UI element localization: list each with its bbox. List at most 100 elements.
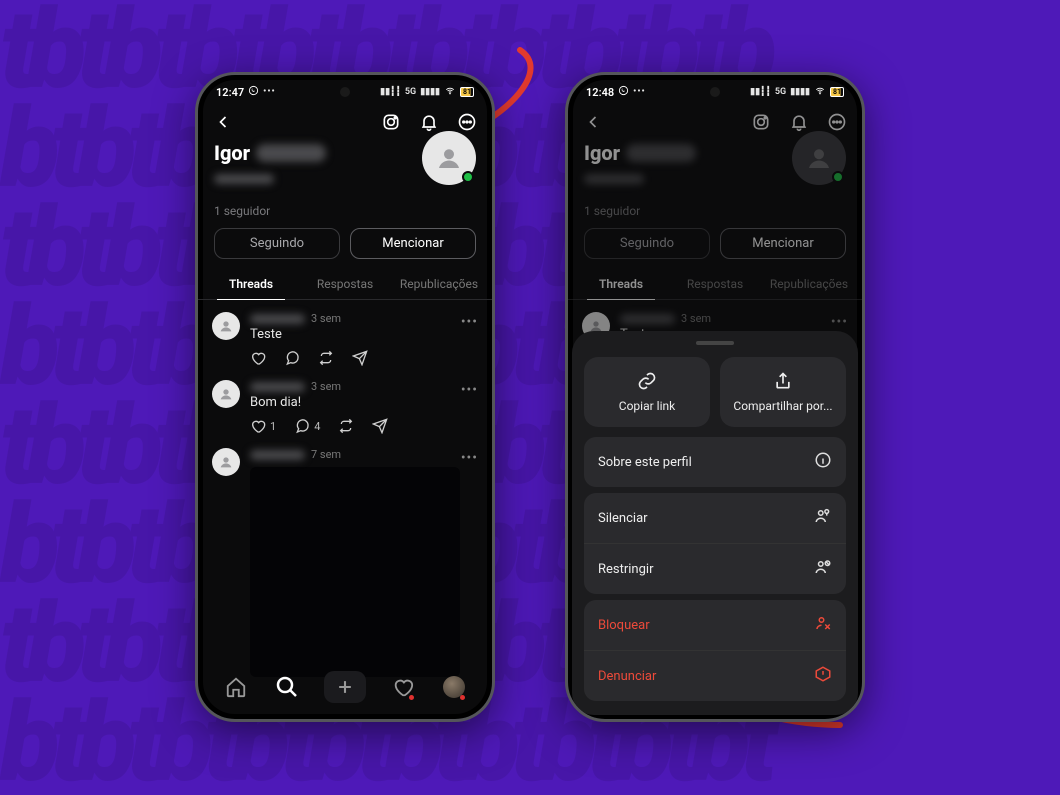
profile-avatar[interactable] [422, 131, 476, 185]
redacted-surname [626, 144, 696, 162]
redacted-author [250, 314, 305, 324]
report-button[interactable]: Denunciar [584, 650, 846, 701]
more-options-button[interactable] [826, 111, 848, 133]
comment-button[interactable] [284, 350, 300, 366]
status-more-icon: ••• [633, 87, 646, 97]
block-label: Bloquear [598, 618, 650, 633]
mute-label: Silenciar [598, 511, 648, 526]
about-profile-label: Sobre este perfil [598, 455, 692, 470]
block-icon [814, 614, 832, 636]
post-item[interactable]: 3 sem Bom dia! 1 4 ••• [198, 370, 492, 438]
tab-reposts[interactable]: Republicações [762, 267, 856, 299]
nav-search[interactable] [272, 672, 302, 702]
followers-count[interactable]: 1 seguidor [214, 204, 476, 218]
instagram-icon[interactable] [380, 111, 402, 133]
nav-profile[interactable] [439, 672, 469, 702]
restrict-icon [814, 558, 832, 580]
profile-name-text: Igor [214, 141, 250, 165]
options-bottom-sheet: Copiar link Compartilhar por... Sobre es… [572, 331, 858, 715]
wifi-icon [814, 86, 826, 99]
following-button[interactable]: Seguindo [214, 228, 340, 259]
copy-link-label: Copiar link [619, 399, 675, 413]
nav-home[interactable] [221, 672, 251, 702]
repost-button[interactable] [338, 418, 354, 434]
post-time: 3 sem [311, 312, 341, 325]
post-more-icon[interactable]: ••• [461, 382, 478, 398]
profile-tabs: Threads Respostas Republicações [198, 267, 492, 300]
post-text: Teste [250, 327, 478, 342]
post-item[interactable]: 7 sem ••• [198, 438, 492, 681]
notifications-icon[interactable] [788, 111, 810, 133]
followers-count[interactable]: 1 seguidor [584, 204, 846, 218]
redacted-surname [256, 144, 326, 162]
post-item[interactable]: 3 sem Teste ••• [198, 302, 492, 370]
post-text: Bom dia! [250, 395, 478, 410]
like-button[interactable] [250, 350, 266, 366]
post-more-icon[interactable]: ••• [831, 314, 848, 330]
whatsapp-icon [248, 85, 259, 99]
online-status-dot [462, 171, 474, 183]
battery-icon: 81 [460, 87, 474, 97]
more-options-button[interactable] [456, 111, 478, 133]
share-via-label: Compartilhar por... [733, 399, 832, 413]
report-label: Denunciar [598, 669, 656, 684]
sheet-drag-handle[interactable] [696, 341, 734, 345]
mention-button[interactable]: Mencionar [720, 228, 846, 259]
about-profile-button[interactable]: Sobre este perfil [584, 437, 846, 487]
back-button[interactable] [582, 111, 604, 133]
whatsapp-icon [618, 85, 629, 99]
redacted-username [214, 174, 274, 184]
instagram-icon[interactable] [750, 111, 772, 133]
restrict-label: Restringir [598, 562, 653, 577]
redacted-author [250, 382, 305, 392]
network-label: 5G [405, 87, 416, 97]
copy-link-button[interactable]: Copiar link [584, 357, 710, 427]
notification-dot [460, 695, 465, 700]
repost-button[interactable] [318, 350, 334, 366]
nav-compose[interactable] [324, 671, 366, 703]
post-avatar[interactable] [212, 312, 240, 340]
mute-icon [814, 507, 832, 529]
comment-button[interactable]: 4 [294, 418, 320, 434]
back-button[interactable] [212, 111, 234, 133]
mute-button[interactable]: Silenciar [584, 493, 846, 543]
status-more-icon: ••• [263, 87, 276, 97]
wifi-icon [444, 86, 456, 99]
restrict-button[interactable]: Restringir [584, 543, 846, 594]
info-icon [814, 451, 832, 473]
post-more-icon[interactable]: ••• [461, 450, 478, 466]
tab-threads[interactable]: Threads [204, 267, 298, 299]
camera-notch [710, 87, 720, 97]
phone-right: 12:48 ••• ▮▮┇┇ 5G ▮▮▮▮ 81 [565, 72, 865, 722]
profile-name-text: Igor [584, 141, 620, 165]
network-label: 5G [775, 87, 786, 97]
like-count: 1 [270, 420, 276, 433]
post-image[interactable] [250, 467, 460, 677]
battery-icon: 81 [830, 87, 844, 97]
notifications-icon[interactable] [418, 111, 440, 133]
online-status-dot [832, 171, 844, 183]
profile-avatar[interactable] [792, 131, 846, 185]
tab-reposts[interactable]: Republicações [392, 267, 486, 299]
following-button[interactable]: Seguindo [584, 228, 710, 259]
status-time: 12:47 [216, 86, 244, 99]
post-time: 7 sem [311, 448, 341, 461]
share-via-button[interactable]: Compartilhar por... [720, 357, 846, 427]
post-avatar[interactable] [212, 448, 240, 476]
block-button[interactable]: Bloquear [584, 600, 846, 650]
post-feed: 3 sem Teste ••• [198, 300, 492, 683]
report-icon [814, 665, 832, 687]
post-time: 3 sem [311, 380, 341, 393]
share-button[interactable] [352, 350, 368, 366]
post-avatar[interactable] [212, 380, 240, 408]
mention-button[interactable]: Mencionar [350, 228, 476, 259]
post-more-icon[interactable]: ••• [461, 314, 478, 330]
phone-left: 12:47 ••• ▮▮┇┇ 5G ▮▮▮▮ 81 [195, 72, 495, 722]
share-button[interactable] [372, 418, 388, 434]
tab-replies[interactable]: Respostas [668, 267, 762, 299]
status-time: 12:48 [586, 86, 614, 99]
tab-replies[interactable]: Respostas [298, 267, 392, 299]
nav-activity[interactable] [388, 672, 418, 702]
like-button[interactable]: 1 [250, 418, 276, 434]
tab-threads[interactable]: Threads [574, 267, 668, 299]
